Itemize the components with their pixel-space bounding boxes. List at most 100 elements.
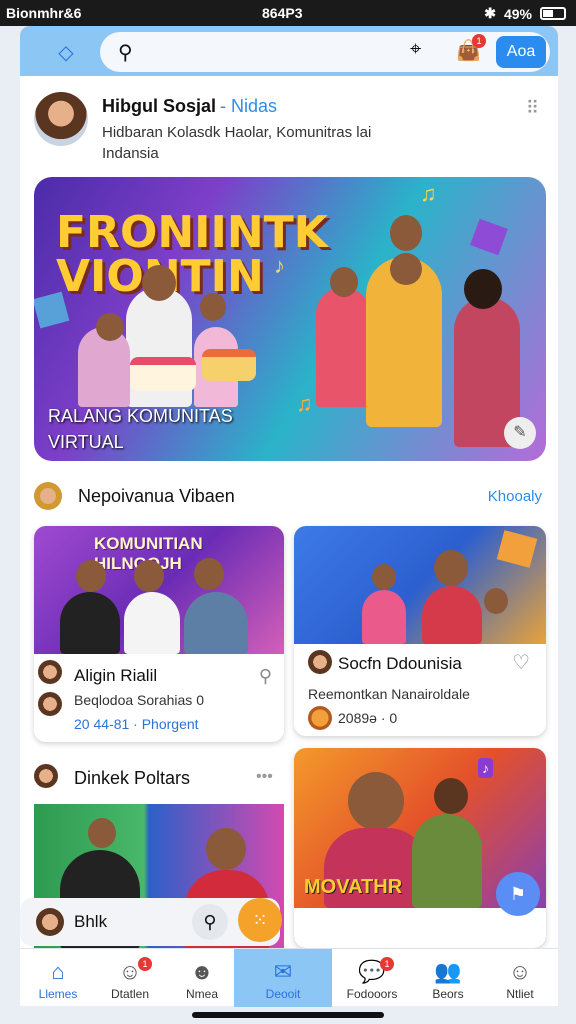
cube-decoration — [496, 530, 538, 568]
illustration-person — [60, 592, 120, 654]
card-meta: 20 44-81 · Phorgent — [74, 716, 199, 732]
member-avatar — [36, 908, 64, 936]
nav-badge: 1 — [138, 957, 152, 971]
card-banner-text: MOVATHR — [304, 876, 403, 898]
back-button[interactable]: ◇ — [34, 34, 98, 70]
illustration-head — [206, 828, 246, 870]
illustration-head — [330, 267, 358, 297]
status-bar: Bionmhr&6 864P3 ✱ 49% — [0, 0, 576, 26]
nav-item-face[interactable]: ☺ Ntliet — [482, 949, 558, 1007]
more-options-icon[interactable]: ⠿ — [526, 98, 540, 119]
profile-avatar[interactable] — [34, 92, 88, 146]
card-meta-icon — [308, 706, 332, 730]
search-icon[interactable]: ⚲ — [192, 904, 228, 940]
member-avatar — [34, 764, 58, 788]
illustration-head — [134, 560, 164, 592]
hero-banner[interactable]: FRONIINTKVIONTIN ♪ ♫ ♫ RALANG KOMUNITASV… — [34, 177, 546, 461]
illustration-head — [484, 588, 508, 614]
profile-tag[interactable]: - Nidas — [220, 96, 277, 116]
diamond-back-icon: ◇ — [58, 41, 74, 64]
section-avatar — [34, 482, 62, 510]
action-fab[interactable]: ⁙ — [238, 898, 282, 942]
battery-icon — [540, 7, 566, 20]
illustration-person — [412, 814, 482, 908]
music-note-icon: ♫ — [296, 391, 313, 416]
music-note-icon: ♫ — [420, 181, 437, 206]
member-avatar — [38, 692, 62, 716]
section-title: Nepoivanua Vibaen — [78, 486, 235, 506]
clock: 864P3 — [262, 5, 303, 21]
dots-icon: ⁙ — [252, 910, 268, 930]
community-card[interactable]: KOMUNITIAN HILNGOJH Aligin Rialil ⚲ Beql… — [34, 526, 284, 742]
illustration-head — [88, 818, 116, 848]
profile-name: Hibgul Sosjal - Nidas — [102, 96, 278, 116]
illustration-head — [76, 560, 106, 592]
location-icon[interactable]: ⌖ — [410, 38, 421, 61]
illustration-person — [422, 586, 482, 644]
face-icon: ☺ — [508, 959, 532, 984]
open-button[interactable]: ⚑ — [496, 872, 540, 916]
illustration-head — [200, 293, 226, 321]
community-card[interactable]: ♪ MOVATHR ⚑ — [294, 748, 546, 948]
chat-icon: ☺ — [118, 959, 142, 984]
search-icon: ⚲ — [118, 42, 133, 64]
illustration-person — [184, 592, 248, 654]
music-note-icon: ♪ — [274, 253, 285, 278]
chat-bubble-icon: 💬 — [358, 959, 386, 984]
illustration-head — [390, 215, 422, 251]
illustration-head — [464, 269, 502, 309]
card-banner-text: KOMUNITIAN HILNGOJH — [94, 534, 203, 573]
card-badge: ♪ — [478, 758, 493, 778]
illustration-head — [348, 772, 404, 830]
search-icon[interactable]: ⚲ — [259, 666, 272, 687]
home-icon: ⌂ — [51, 959, 65, 984]
illustration-head — [434, 778, 468, 814]
carrier-label: Bionmhr&6 — [6, 5, 82, 21]
illustration-person — [124, 592, 180, 654]
card-image: KOMUNITIAN HILNGOJH — [34, 526, 284, 654]
section-more-link[interactable]: Khooaly — [488, 488, 542, 505]
cake-illustration — [202, 349, 256, 381]
cube-decoration — [470, 218, 508, 256]
card-title: Socfn Ddounisia — [338, 654, 462, 673]
card-description: Reemontkan Nanairoldale — [308, 686, 470, 702]
hero-caption: RALANG KOMUNITAS VIRTUAL — [48, 406, 233, 452]
hero-title: FRONIINTKVIONTIN — [56, 207, 328, 299]
illustration-head — [194, 558, 224, 590]
illustration-person — [316, 287, 370, 407]
more-options-icon[interactable]: ••• — [256, 768, 273, 786]
add-button[interactable]: Aoa — [496, 36, 546, 68]
nav-item-home[interactable]: ⌂ Llemes — [20, 949, 96, 1007]
heart-icon[interactable]: ♡ — [512, 650, 530, 675]
community-card[interactable]: Socfn Ddounisia ♡ Reemontkan Nanairoldal… — [294, 526, 546, 736]
bag-badge: 1 — [472, 34, 486, 48]
member-avatar — [38, 660, 62, 684]
battery-percent: 49% — [503, 5, 532, 22]
bluetooth-icon: ✱ — [484, 5, 496, 21]
illustration-person — [362, 590, 406, 644]
card-title: Dinkek Poltars — [74, 768, 191, 788]
profile-subtitle: Hidbaran Kolasdk Haolar, Komunitras lai … — [102, 124, 372, 162]
nav-item-chat[interactable]: ☺ Dtatlen 1 — [92, 949, 168, 1007]
search-bar[interactable]: ⚲ ⌖ 👜 1 Aoa — [100, 32, 550, 72]
bottom-nav: ⌂ Llemes ☺ Dtatlen 1 ☻ Nmea ✉ Deooit 💬 Fodooor… — [20, 948, 558, 1007]
nav-item-smile[interactable]: ☻ Nmea — [164, 949, 240, 1007]
home-indicator — [192, 1012, 384, 1018]
illustration-head — [434, 550, 468, 586]
card-title: Aligin Rialil — [74, 666, 158, 685]
nav-badge: 1 — [380, 957, 394, 971]
nav-item-chat-bubble[interactable]: 💬 Fodooors 1 — [334, 949, 410, 1007]
nav-item-people[interactable]: 👥 Beors — [410, 949, 486, 1007]
flag-icon: ⚑ — [509, 884, 527, 904]
message-icon: ✉ — [273, 959, 293, 984]
illustration-head — [372, 564, 396, 590]
member-avatar — [308, 650, 332, 674]
section-header: Nepoivanua Vibaen Khooaly — [34, 482, 546, 512]
card-description: Beqlodoa Sorahias 0 — [74, 692, 204, 708]
mini-label: Bhlk — [74, 912, 108, 931]
smile-icon: ☻ — [190, 959, 214, 984]
cake-illustration — [130, 357, 196, 391]
nav-item-message[interactable]: ✉ Deooit — [234, 949, 332, 1007]
people-icon: 👥 — [434, 959, 462, 984]
edit-icon[interactable]: ✎ — [504, 417, 536, 449]
